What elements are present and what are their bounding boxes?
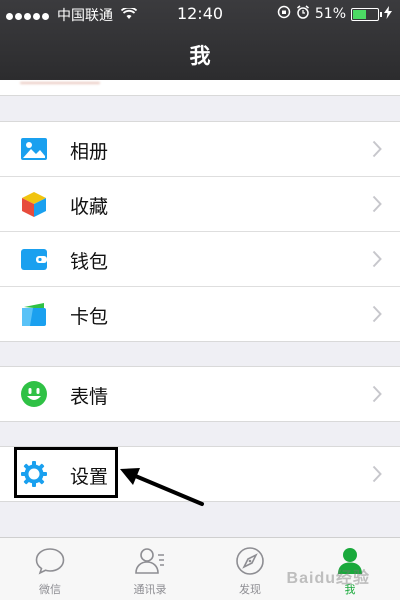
- chat-bubble-icon: [34, 546, 66, 576]
- navigation-header: 中国联通 12:40 51% 我: [0, 0, 400, 80]
- smiley-icon: [20, 380, 48, 408]
- tab-label: 发现: [239, 583, 261, 596]
- blurred-profile-avatar: [20, 82, 100, 84]
- chevron-right-icon: [372, 140, 382, 158]
- menu-item-card-pack[interactable]: 卡包: [0, 286, 400, 341]
- wallet-icon: [20, 245, 48, 273]
- page-title: 我: [189, 44, 211, 68]
- battery-percent: 51%: [314, 6, 346, 22]
- chevron-right-icon: [372, 465, 382, 483]
- watermark-logo: Baidu经验: [286, 570, 370, 587]
- menu-item-favorites[interactable]: 收藏: [0, 176, 400, 231]
- chevron-right-icon: [372, 195, 382, 213]
- favorites-cube-icon: [20, 190, 48, 218]
- menu-item-label: 表情: [70, 386, 109, 408]
- menu-item-wallet[interactable]: 钱包: [0, 231, 400, 286]
- chevron-right-icon: [372, 385, 382, 403]
- menu-item-label: 钱包: [70, 251, 109, 273]
- tab-label: 通讯录: [133, 583, 167, 596]
- card-pack-icon: [20, 300, 48, 328]
- photo-album-icon: [20, 135, 48, 163]
- contacts-icon: [134, 546, 166, 576]
- charging-icon: [384, 5, 392, 23]
- status-right: 51%: [272, 5, 392, 23]
- annotation-highlight-box: [14, 447, 118, 498]
- menu-group-main: 相册 收藏 钱包 卡包: [0, 121, 400, 342]
- tab-chats[interactable]: 微信: [0, 538, 100, 600]
- annotation-arrow-icon: [120, 468, 204, 506]
- battery-icon: [351, 7, 382, 21]
- tab-discover[interactable]: 发现: [200, 538, 300, 600]
- alarm-icon: [296, 5, 310, 23]
- chevron-right-icon: [372, 250, 382, 268]
- menu-item-label: 卡包: [70, 306, 109, 328]
- menu-item-stickers[interactable]: 表情: [0, 367, 400, 421]
- menu-group-stickers: 表情: [0, 366, 400, 422]
- tab-label: 微信: [39, 583, 61, 596]
- rotation-lock-icon: [277, 5, 291, 23]
- menu-item-label: 收藏: [70, 196, 109, 218]
- compass-icon: [234, 546, 266, 576]
- menu-item-label: 相册: [70, 141, 109, 163]
- menu-item-album[interactable]: 相册: [0, 122, 400, 176]
- status-bar: 中国联通 12:40 51%: [0, 0, 400, 28]
- tab-contacts[interactable]: 通讯录: [100, 538, 200, 600]
- chevron-right-icon: [372, 305, 382, 323]
